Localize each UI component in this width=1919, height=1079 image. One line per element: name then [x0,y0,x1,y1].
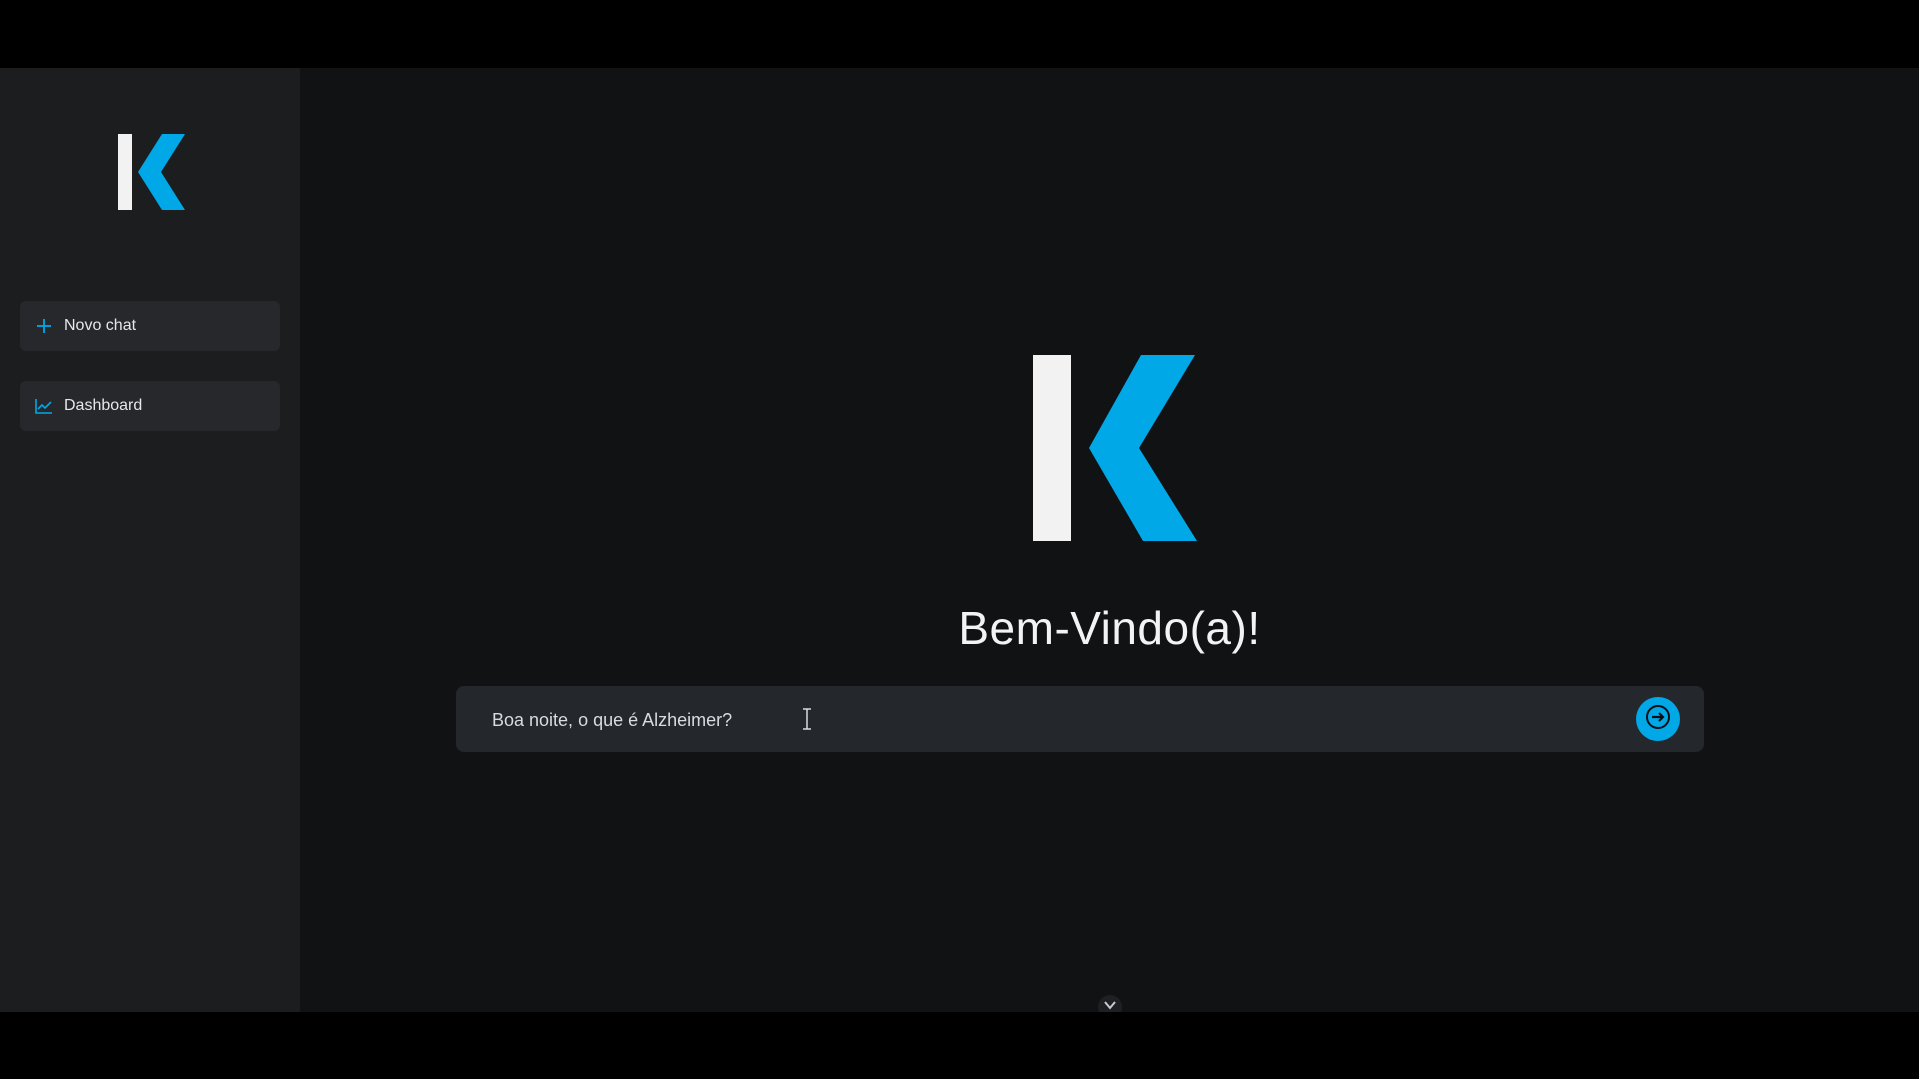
scroll-down-button[interactable] [1096,993,1124,1012]
letterbox-top [0,0,1919,68]
sidebar-logo[interactable] [118,134,186,210]
chat-input[interactable] [490,686,1594,754]
chat-input-container [456,686,1704,754]
send-button[interactable] [1636,697,1680,741]
arrow-right-icon [1645,704,1671,735]
k-logo-icon [118,134,185,210]
text-cursor-icon [801,707,813,731]
main-content: Bem-Vindo(a)! [300,68,1919,1012]
letterbox-bottom [0,1012,1919,1079]
chevron-down-icon [1098,995,1122,1012]
line-chart-icon [34,396,54,416]
welcome-title: Bem-Vindo(a)! [958,602,1261,654]
dashboard-label: Dashboard [64,397,143,414]
hero-logo [1033,355,1198,541]
sidebar: Novo chat Dashboard [0,68,300,1012]
k-logo-large-icon [1033,355,1197,541]
new-chat-button[interactable]: Novo chat [20,301,280,351]
plus-icon [34,316,54,336]
app-window: Novo chat Dashboard Bem-Vindo(a)! [0,68,1919,1012]
dashboard-button[interactable]: Dashboard [20,381,280,431]
new-chat-label: Novo chat [64,317,137,334]
